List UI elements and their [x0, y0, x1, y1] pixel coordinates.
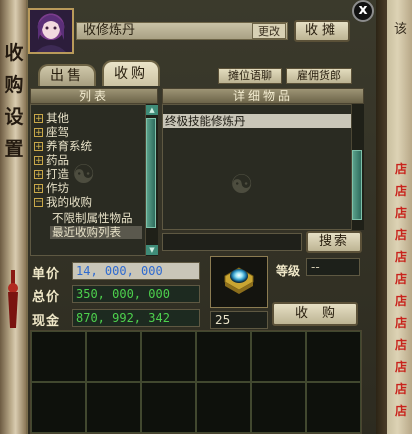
purchase-slot[interactable]: [196, 382, 251, 433]
list-item-label: 座驾: [46, 125, 69, 139]
list-category-item[interactable]: + 座驾: [34, 126, 69, 139]
list-item-label: 最近收购列表: [52, 225, 121, 239]
purchase-slot[interactable]: [86, 382, 141, 433]
shop-entry-char[interactable]: 店: [392, 160, 410, 177]
scroll-down-arrow-icon[interactable]: ▼: [146, 245, 158, 255]
expand-plus-icon[interactable]: +: [34, 142, 43, 152]
tab-sell[interactable]: 出售: [38, 64, 96, 86]
stall-name: 收修炼丹: [83, 23, 136, 38]
list-item-label: 养育系统: [46, 139, 92, 153]
shop-entry-char[interactable]: 店: [392, 336, 410, 353]
list-item-label: 不限制属性物品: [52, 211, 133, 225]
list-category-item[interactable]: + 作坊: [34, 182, 69, 195]
watermark: ☯: [230, 170, 254, 200]
left-scroll-decoration: [0, 0, 26, 434]
category-scroll-thumb[interactable]: [146, 118, 156, 228]
list-item-label: 药品: [46, 153, 69, 167]
shop-entry-char[interactable]: 店: [392, 204, 410, 221]
cash-label: 现金: [32, 314, 61, 329]
purchase-slot[interactable]: [306, 382, 361, 433]
purchase-slot[interactable]: [31, 331, 86, 382]
list-category-item[interactable]: + 药品: [34, 154, 69, 167]
shop-list-title-char: 该: [394, 22, 408, 37]
unit-price-input[interactable]: 14, 000, 000: [72, 262, 200, 280]
shop-entry-char[interactable]: 店: [392, 402, 410, 419]
list-category-item[interactable]: + 养育系统: [34, 140, 92, 153]
detail-header: 详细物品: [162, 88, 364, 104]
expand-plus-icon[interactable]: +: [34, 170, 43, 180]
scroll-title-char: 购: [4, 74, 24, 96]
detail-item-row[interactable]: 终极技能修炼丹: [163, 114, 351, 128]
expand-plus-icon[interactable]: +: [34, 114, 43, 124]
list-item-label: 我的收购: [46, 195, 92, 209]
stall-chat-button[interactable]: 摊位语聊: [218, 68, 282, 84]
quantity-input[interactable]: 25: [210, 311, 268, 329]
cash-value: 870, 992, 342: [72, 309, 200, 327]
shop-entry-char[interactable]: 店: [392, 182, 410, 199]
list-item-label: 打造: [46, 167, 69, 181]
grade-label: 等级: [276, 264, 301, 278]
list-category-item[interactable]: + 其他: [34, 112, 69, 125]
list-subitem[interactable]: 最近收购列表: [50, 226, 142, 239]
shop-entry-char[interactable]: 店: [392, 292, 410, 309]
grade-value: --: [306, 258, 360, 276]
shop-entry-char[interactable]: 店: [392, 248, 410, 265]
watermark: ☯: [72, 160, 96, 190]
hire-vendor-button[interactable]: 雇佣货郎: [286, 68, 352, 84]
expand-plus-icon[interactable]: +: [34, 156, 43, 166]
list-category-item[interactable]: + 打造: [34, 168, 69, 181]
purchase-slot[interactable]: [86, 331, 141, 382]
purchase-slot-grid: [30, 330, 362, 434]
tassel-ornament: [8, 270, 18, 328]
expand-plus-icon[interactable]: +: [34, 128, 43, 138]
scroll-title-char: 收: [4, 42, 24, 64]
purchase-slot[interactable]: [141, 331, 196, 382]
detail-scroll-thumb[interactable]: [352, 150, 362, 220]
shop-entry-char[interactable]: 店: [392, 380, 410, 397]
list-header: 列表: [30, 88, 158, 104]
gem-icon: [224, 267, 254, 294]
total-price-value: 350, 000, 000: [72, 285, 200, 303]
scroll-title-char: 设: [4, 106, 24, 128]
purchase-slot[interactable]: [306, 331, 361, 382]
shop-entry-char[interactable]: 店: [392, 314, 410, 331]
purchase-slot[interactable]: [31, 382, 86, 433]
tab-buy[interactable]: 收购: [102, 60, 160, 86]
purchase-slot[interactable]: [251, 331, 306, 382]
scroll-title-char: 置: [4, 138, 24, 160]
purchase-button[interactable]: 收购: [272, 302, 358, 326]
purchase-slot[interactable]: [141, 382, 196, 433]
purchase-slot[interactable]: [196, 331, 251, 382]
total-price-label: 总价: [32, 290, 61, 305]
close-stall-button[interactable]: 收摊: [294, 20, 350, 42]
list-subitem[interactable]: 不限制属性物品: [52, 212, 133, 225]
search-button[interactable]: 搜索: [306, 231, 362, 253]
search-input[interactable]: [162, 233, 302, 251]
avatar-portrait-icon: [36, 15, 66, 52]
scroll-up-arrow-icon[interactable]: ▲: [146, 105, 158, 115]
unit-price-label: 单价: [32, 267, 61, 282]
player-avatar[interactable]: [28, 8, 74, 54]
collapse-minus-icon[interactable]: −: [34, 198, 43, 207]
list-item-label: 作坊: [46, 181, 69, 195]
expand-plus-icon[interactable]: +: [34, 184, 43, 194]
list-category-item[interactable]: − 我的收购: [34, 196, 92, 209]
rename-button[interactable]: 更改: [252, 23, 286, 39]
purchase-slot[interactable]: [251, 382, 306, 433]
shop-entry-char[interactable]: 店: [392, 358, 410, 375]
list-item-label: 其他: [46, 111, 69, 125]
shop-entry-char[interactable]: 店: [392, 226, 410, 243]
close-icon[interactable]: x: [352, 0, 374, 22]
shop-entry-char[interactable]: 店: [392, 270, 410, 287]
